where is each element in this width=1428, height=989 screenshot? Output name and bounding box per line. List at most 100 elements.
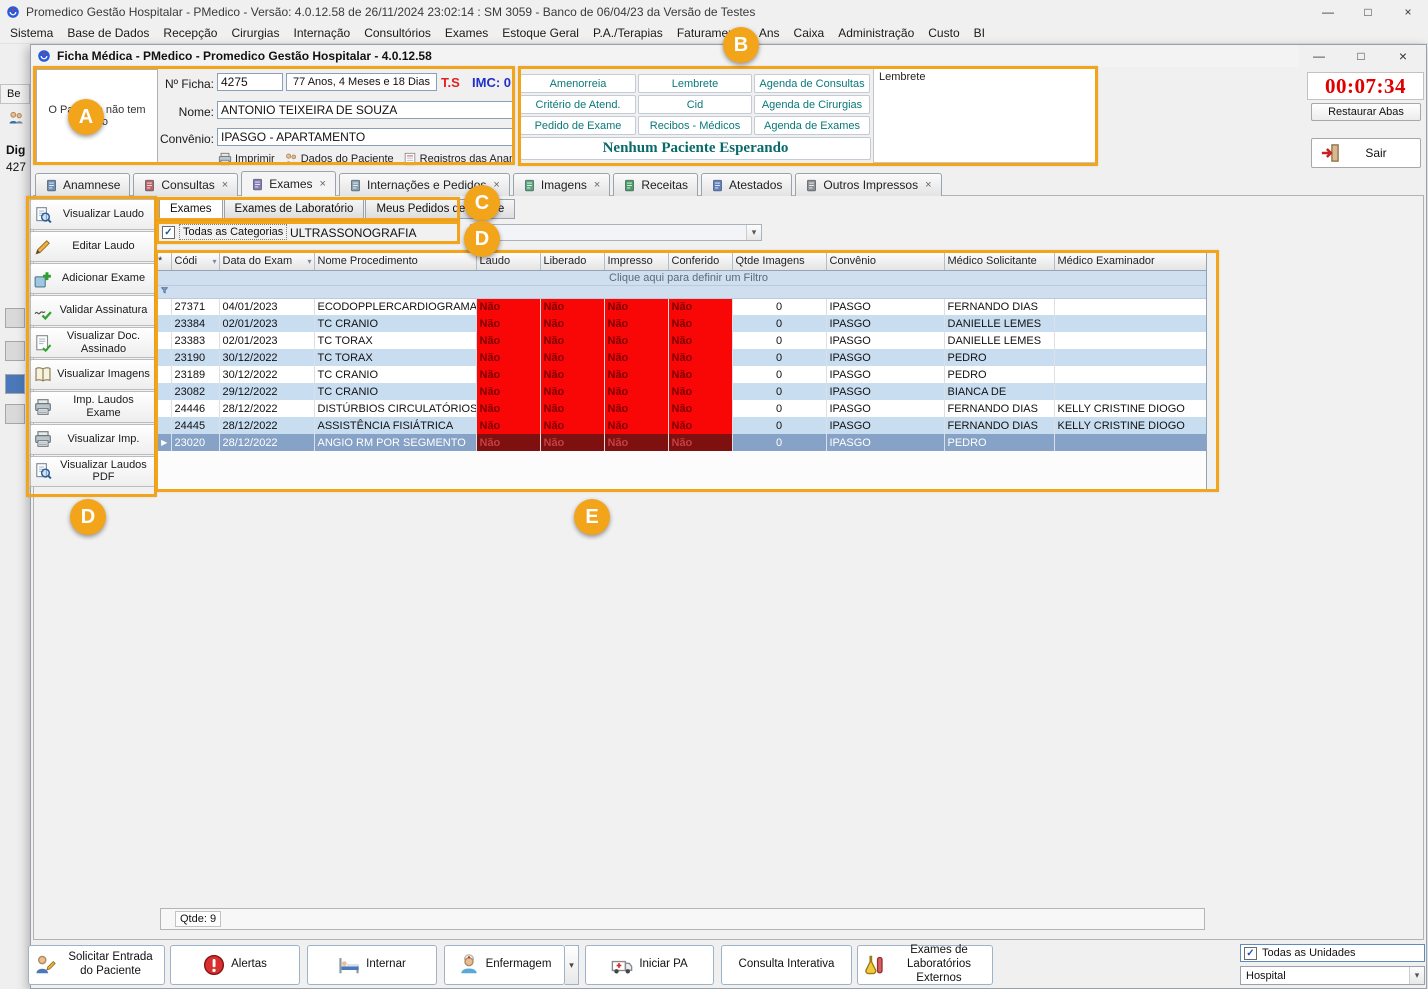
- action-visualizar-imagens[interactable]: Visualizar Imagens: [30, 359, 156, 391]
- action-visualizar-laudo[interactable]: Visualizar Laudo: [30, 199, 156, 230]
- bottom-button-alertas[interactable]: Alertas: [170, 945, 300, 985]
- patient-toolbar-button-registros-das-anamneses-log[interactable]: Registros das Anamneses (Log: [403, 152, 514, 166]
- menu-item-estoque-geral[interactable]: Estoque Geral: [495, 24, 586, 42]
- column-header-nome-procedimento[interactable]: Nome Procedimento: [314, 253, 477, 271]
- patient-toolbar-button-imprimir[interactable]: Imprimir: [218, 152, 275, 166]
- ts-button[interactable]: T.S: [441, 75, 460, 90]
- exam-row-23020[interactable]: ▶ 23020 28/12/2022 ANGIO RM POR SEGMENTO Não…: [158, 434, 1206, 451]
- quick-button-cid[interactable]: Cid: [638, 95, 752, 114]
- minimize-button[interactable]: —: [1298, 45, 1340, 67]
- exam-row-27371[interactable]: 27371 04/01/2023 ECODOPPLERCARDIOGRAMA Não N…: [158, 298, 1206, 315]
- todas-unidades-checkbox[interactable]: ✓: [1244, 946, 1257, 960]
- tab-imagens[interactable]: Imagens ×: [512, 173, 611, 196]
- close-tab-icon[interactable]: ×: [222, 179, 228, 191]
- patient-name-input[interactable]: ANTONIO TEIXEIRA DE SOUZA: [217, 101, 513, 119]
- maximize-button[interactable]: □: [1348, 0, 1388, 23]
- column-header-qtde-imagens[interactable]: Qtde Imagens: [732, 253, 827, 271]
- maximize-button[interactable]: □: [1340, 45, 1382, 67]
- quick-button-recibos-medicos[interactable]: Recibos - Médicos: [638, 116, 752, 135]
- tab-exames[interactable]: Exames ×: [241, 171, 336, 196]
- minimize-button[interactable]: —: [1308, 0, 1348, 23]
- column-header-convenio[interactable]: Convênio: [826, 253, 945, 271]
- quick-button-agenda-de-cirurgias[interactable]: Agenda de Cirurgias: [754, 95, 870, 114]
- close-tab-icon[interactable]: ×: [320, 178, 326, 190]
- subtab-exames-de-laboratorio[interactable]: Exames de Laboratório: [223, 199, 365, 219]
- menu-item-caixa[interactable]: Caixa: [787, 24, 832, 42]
- menu-item-consultorios[interactable]: Consultórios: [357, 24, 438, 42]
- close-tab-icon[interactable]: ×: [594, 179, 600, 191]
- tab-outros-impressos[interactable]: Outros Impressos ×: [795, 173, 942, 196]
- action-visualizar-imp[interactable]: Visualizar Imp.: [30, 423, 156, 455]
- quick-button-agenda-de-consultas[interactable]: Agenda de Consultas: [754, 74, 870, 93]
- menu-item-custo[interactable]: Custo: [921, 24, 966, 42]
- column-header-codi[interactable]: Códi ▾: [171, 253, 220, 271]
- enfermagem-dropdown-button[interactable]: ▾: [565, 945, 579, 985]
- action-validar-assinatura[interactable]: Validar Assinatura: [30, 295, 156, 326]
- column-header-medico-examinador[interactable]: Médico Examinador: [1054, 253, 1206, 271]
- quick-button-lembrete[interactable]: Lembrete: [638, 74, 752, 93]
- menu-item-p-a-terapias[interactable]: P.A./Terapias: [586, 24, 670, 42]
- bottom-button-exames-de-laboratorios-externos[interactable]: Exames de Laboratórios Externos: [857, 944, 993, 985]
- tab-anamnese[interactable]: Anamnese: [35, 173, 131, 196]
- menu-item-internacao[interactable]: Internação: [286, 24, 357, 42]
- menu-item-base-de-dados[interactable]: Base de Dados: [60, 24, 156, 42]
- menu-item-exames[interactable]: Exames: [438, 24, 495, 42]
- todas-categorias-label[interactable]: Todas as Categorias: [179, 224, 288, 240]
- quick-button-pedido-de-exame[interactable]: Pedido de Exame: [520, 116, 636, 135]
- tab-consultas[interactable]: Consultas ×: [133, 173, 239, 196]
- action-imp-laudos-exame[interactable]: Imp. Laudos Exame: [30, 391, 156, 423]
- chevron-down-icon[interactable]: ▾: [746, 225, 761, 240]
- exam-row-24446[interactable]: 24446 28/12/2022 DISTÚRBIOS CIRCULATÓRIOS N…: [158, 400, 1206, 417]
- close-button[interactable]: ×: [1382, 45, 1424, 67]
- action-visualizar-laudos-pdf[interactable]: Visualizar Laudos PDF: [30, 455, 156, 487]
- filter-hint-row[interactable]: Clique aqui para definir um Filtro: [158, 270, 1206, 286]
- menu-item-cirurgias[interactable]: Cirurgias: [224, 24, 286, 42]
- chevron-down-icon[interactable]: ▾: [1409, 967, 1424, 984]
- subtab-exames[interactable]: Exames: [159, 199, 223, 219]
- unit-combobox[interactable]: Hospital ▾: [1240, 966, 1425, 985]
- menu-item-sistema[interactable]: Sistema: [3, 24, 60, 42]
- column-header-liberado[interactable]: Liberado: [540, 253, 605, 271]
- column-header-conferido[interactable]: Conferido: [668, 253, 733, 271]
- bottom-button-solicitar-entrada-do-paciente[interactable]: Solicitar Entrada do Paciente: [28, 945, 165, 985]
- lembrete-panel[interactable]: Lembrete: [873, 68, 1096, 163]
- column-header-medico-solicitante[interactable]: Médico Solicitante: [944, 253, 1055, 271]
- bottom-button-consulta-interativa[interactable]: Consulta Interativa: [721, 945, 852, 985]
- auto-filter-row[interactable]: [158, 285, 1206, 299]
- exam-row-23383[interactable]: 23383 02/01/2023 TC TORAX Não Não Não Não 0 IPAS…: [158, 332, 1206, 349]
- todas-categorias-checkbox[interactable]: ✓: [162, 226, 175, 239]
- exam-row-23384[interactable]: 23384 02/01/2023 TC CRANIO Não Não Não Não 0 IPA…: [158, 315, 1206, 332]
- exam-row-23082[interactable]: 23082 29/12/2022 TC CRANIO Não Não Não Não 0 IPA…: [158, 383, 1206, 400]
- menu-item-recepcao[interactable]: Recepção: [156, 24, 224, 42]
- quick-button-amenorreia[interactable]: Amenorreia: [520, 74, 636, 93]
- exam-row-23190[interactable]: 23190 30/12/2022 TC TORAX Não Não Não Não 0 IPAS…: [158, 349, 1206, 366]
- tab-atestados[interactable]: Atestados: [701, 173, 793, 196]
- chevron-down-icon[interactable]: ▾: [212, 257, 216, 266]
- bottom-button-enfermagem[interactable]: Enfermagem: [444, 945, 565, 985]
- action-adicionar-exame[interactable]: Adicionar Exame: [30, 263, 156, 294]
- quick-button-criterio-de-atend[interactable]: Critério de Atend.: [520, 95, 636, 114]
- imc-button[interactable]: IMC: 0: [472, 75, 511, 90]
- patient-toolbar-button-dados-do-paciente[interactable]: Dados do Paciente: [284, 152, 394, 166]
- action-editar-laudo[interactable]: Editar Laudo: [30, 231, 156, 262]
- exam-filter-combobox[interactable]: ▾: [470, 224, 762, 241]
- todas-unidades-panel[interactable]: ✓ Todas as Unidades: [1240, 944, 1425, 962]
- column-header-data-do-exam[interactable]: Data do Exam ▾: [219, 253, 315, 271]
- exam-row-24445[interactable]: 24445 28/12/2022 ASSISTÊNCIA FISIÁTRICA Não…: [158, 417, 1206, 434]
- action-visualizar-doc-assinado[interactable]: Visualizar Doc. Assinado: [30, 327, 156, 359]
- close-tab-icon[interactable]: ×: [925, 179, 931, 191]
- tab-receitas[interactable]: Receitas: [613, 173, 698, 196]
- menu-item-bi[interactable]: BI: [967, 24, 992, 42]
- menu-item-administracao[interactable]: Administração: [831, 24, 921, 42]
- convenio-input[interactable]: IPASGO - APARTAMENTO: [217, 128, 513, 146]
- exam-row-23189[interactable]: 23189 30/12/2022 TC CRANIO Não Não Não Não 0 IPA…: [158, 366, 1206, 383]
- exit-button[interactable]: Sair: [1311, 138, 1421, 168]
- column-header-impresso[interactable]: Impresso: [604, 253, 669, 271]
- bottom-button-internar[interactable]: Internar: [307, 945, 437, 985]
- restore-tabs-button[interactable]: Restaurar Abas: [1311, 103, 1421, 121]
- close-button[interactable]: ×: [1388, 0, 1428, 23]
- ficha-number-input[interactable]: 4275: [217, 73, 283, 91]
- bottom-button-iniciar-pa[interactable]: Iniciar PA: [585, 945, 714, 985]
- quick-button-agenda-de-exames[interactable]: Agenda de Exames: [754, 116, 870, 135]
- chevron-down-icon[interactable]: ▾: [307, 257, 311, 266]
